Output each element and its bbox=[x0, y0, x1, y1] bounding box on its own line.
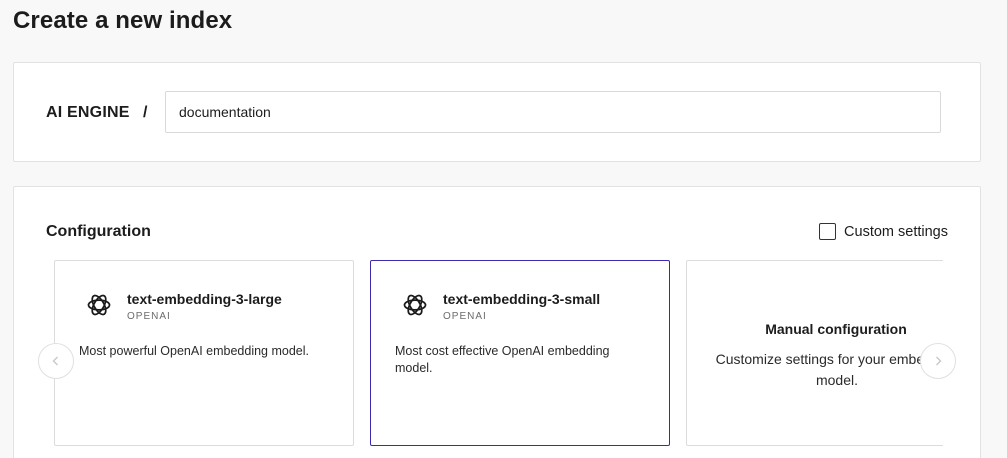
carousel-prev-button[interactable] bbox=[38, 343, 74, 379]
model-name: text-embedding-3-small bbox=[443, 291, 601, 307]
model-description: Most cost effective OpenAI embedding mod… bbox=[395, 344, 610, 375]
custom-settings-label: Custom settings bbox=[844, 223, 948, 240]
model-provider: OPENAI bbox=[443, 311, 487, 322]
model-name: text-embedding-3-large bbox=[127, 291, 282, 307]
model-description: Most powerful OpenAI embedding model. bbox=[79, 344, 309, 358]
model-card-small[interactable]: text-embedding-3-small OPENAI Most cost … bbox=[370, 260, 670, 446]
page-title: Create a new index bbox=[13, 7, 233, 34]
model-card-manual[interactable]: Manual configuration Customize settings … bbox=[686, 260, 943, 446]
configuration-title: Configuration bbox=[46, 223, 151, 240]
index-name-panel: AI ENGINE / bbox=[13, 62, 981, 162]
custom-settings-checkbox[interactable] bbox=[819, 223, 837, 240]
engine-label: AI ENGINE bbox=[46, 104, 130, 121]
manual-config-title: Manual configuration bbox=[765, 321, 907, 337]
chevron-left-icon bbox=[52, 356, 58, 366]
openai-logo-icon bbox=[403, 294, 427, 316]
model-carousel: text-embedding-3-large OPENAI Most power… bbox=[54, 260, 943, 458]
model-card-large[interactable]: text-embedding-3-large OPENAI Most power… bbox=[54, 260, 354, 446]
breadcrumb-separator: / bbox=[143, 104, 148, 121]
manual-config-description: Customize settings for your embedding mo… bbox=[715, 351, 943, 388]
model-provider: OPENAI bbox=[127, 311, 171, 322]
index-name-input[interactable] bbox=[165, 91, 941, 133]
configuration-panel: Configuration Custom settings text-embed… bbox=[13, 186, 981, 458]
custom-settings-toggle[interactable]: Custom settings bbox=[819, 223, 948, 240]
chevron-right-icon bbox=[936, 356, 942, 366]
carousel-next-button[interactable] bbox=[920, 343, 956, 379]
openai-logo-icon bbox=[87, 294, 111, 316]
